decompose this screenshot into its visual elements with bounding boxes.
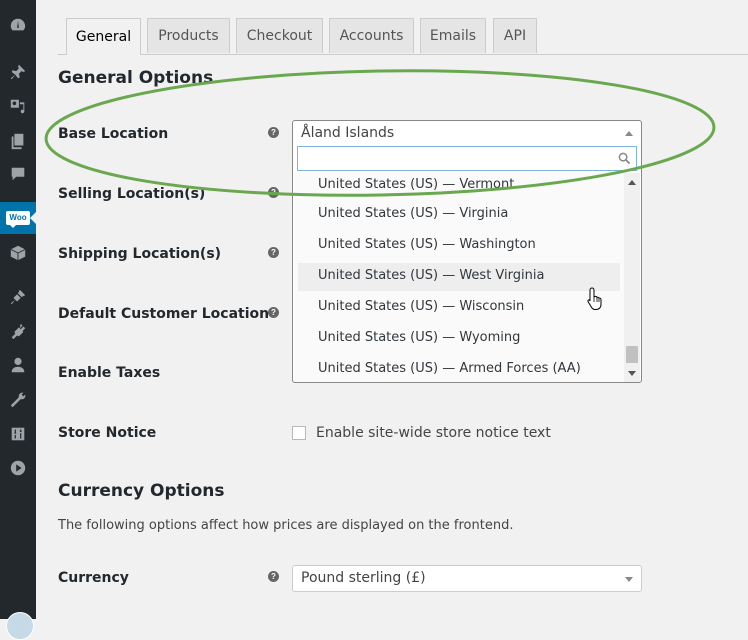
currency-options-description: The following options affect how prices … <box>58 518 514 533</box>
general-options-heading: General Options <box>58 68 214 88</box>
enable-taxes-label: Enable Taxes <box>58 365 161 381</box>
dropdown-option[interactable]: United States (US) — Armed Forces (AA) <box>298 356 620 382</box>
tab-accounts[interactable]: Accounts <box>329 18 414 53</box>
sidebar-item-media[interactable] <box>0 91 36 121</box>
media-icon <box>10 99 25 114</box>
users-icon <box>11 357 25 373</box>
dropdown-search-input[interactable] <box>298 147 602 171</box>
currency-label: Currency <box>58 570 129 586</box>
sidebar-item-users[interactable] <box>0 350 36 380</box>
tab-products[interactable]: Products <box>147 18 230 53</box>
base-location-select-open[interactable]: Åland Islands United States (US) — Vermo… <box>292 120 642 383</box>
appearance-brush-icon <box>10 289 26 305</box>
dropdown-option[interactable]: United States (US) — Virginia <box>298 201 620 229</box>
tab-api[interactable]: API <box>493 18 537 53</box>
currency-select[interactable]: Pound sterling (£) <box>292 565 642 592</box>
woocommerce-icon: Woo <box>6 211 30 228</box>
active-menu-pointer <box>30 212 36 224</box>
sidebar-item-comments[interactable] <box>0 159 36 189</box>
avatar[interactable] <box>6 612 34 640</box>
help-icon[interactable]: ? <box>268 571 279 582</box>
base-location-label: Base Location <box>58 126 169 142</box>
sidebar-item-woocommerce[interactable]: Woo <box>0 202 36 234</box>
tab-emails[interactable]: Emails <box>420 18 486 53</box>
dropdown-search-field[interactable] <box>297 146 637 171</box>
hand-cursor-icon <box>587 287 602 310</box>
dashboard-icon <box>10 18 26 31</box>
dropdown-option[interactable]: United States (US) — Wisconsin <box>298 294 620 322</box>
comments-icon <box>11 167 25 181</box>
media-play-icon <box>10 460 26 476</box>
dropdown-option-hovered[interactable]: United States (US) — West Virginia <box>298 263 620 291</box>
help-icon[interactable]: ? <box>268 187 279 198</box>
sidebar-item-pages[interactable] <box>0 126 36 156</box>
dropdown-option[interactable]: United States (US) — Washington <box>298 232 620 260</box>
pin-icon <box>10 64 26 80</box>
sidebar-item-posts[interactable] <box>0 57 36 87</box>
currency-selected-value: Pound sterling (£) <box>301 570 426 586</box>
store-notice-checkbox[interactable] <box>292 426 306 440</box>
store-notice-label: Store Notice <box>58 425 157 441</box>
selling-locations-label: Selling Location(s) <box>58 186 206 202</box>
sidebar-item-appearance[interactable] <box>0 282 36 312</box>
sidebar-item-settings[interactable] <box>0 419 36 449</box>
sidebar-item-products[interactable] <box>0 238 36 268</box>
help-icon[interactable]: ? <box>268 307 279 318</box>
dropdown-options-list[interactable]: United States (US) — Vermont United Stat… <box>294 173 640 382</box>
scroll-up-arrow-icon[interactable] <box>628 180 636 185</box>
sidebar-item-media-play[interactable] <box>0 453 36 483</box>
shipping-locations-label: Shipping Location(s) <box>58 246 222 262</box>
tab-general[interactable]: General <box>66 18 141 55</box>
scrollbar-thumb[interactable] <box>626 346 638 363</box>
selected-value-text: Åland Islands <box>301 125 395 141</box>
dropdown-scrollbar[interactable] <box>624 173 640 382</box>
chevron-down-icon <box>625 577 633 582</box>
dropdown-option[interactable]: United States (US) — Wyoming <box>298 325 620 353</box>
settings-tabs: General Products Checkout Accounts Email… <box>58 18 748 55</box>
sidebar-item-tools[interactable] <box>0 385 36 415</box>
store-notice-checkbox-label[interactable]: Enable site-wide store notice text <box>316 425 551 441</box>
plugins-icon <box>11 323 26 340</box>
default-customer-location-label: Default Customer Location <box>58 306 270 322</box>
scroll-down-arrow-icon[interactable] <box>628 371 636 376</box>
help-icon[interactable]: ? <box>268 247 279 258</box>
help-icon[interactable]: ? <box>268 127 279 138</box>
tools-wrench-icon <box>10 392 26 408</box>
products-box-icon <box>10 245 26 261</box>
base-location-selected-value[interactable]: Åland Islands <box>293 121 641 146</box>
tab-checkout[interactable]: Checkout <box>236 18 323 53</box>
admin-sidebar: Woo <box>0 0 36 640</box>
sidebar-item-dashboard[interactable] <box>0 10 36 40</box>
chevron-up-icon <box>625 131 633 136</box>
pages-icon <box>11 133 24 150</box>
search-icon <box>618 152 631 165</box>
sidebar-item-plugins[interactable] <box>0 316 36 346</box>
settings-icon <box>11 427 25 441</box>
dropdown-option[interactable]: United States (US) — Vermont <box>298 173 620 200</box>
currency-options-heading: Currency Options <box>58 481 225 501</box>
